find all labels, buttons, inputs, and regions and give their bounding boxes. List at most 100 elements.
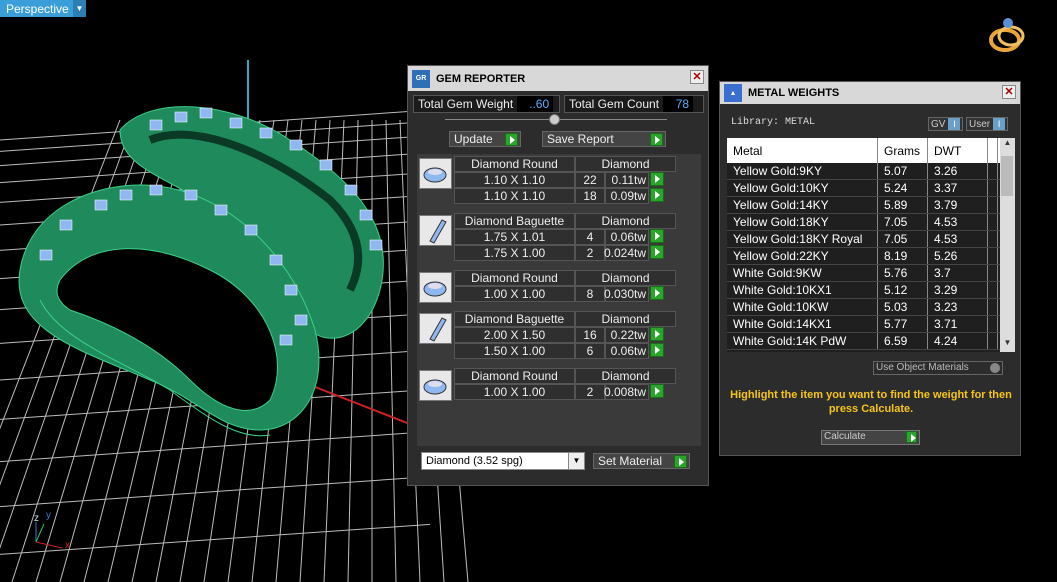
metal-name: Yellow Gold:9KY xyxy=(727,163,878,179)
gem-group[interactable]: Diamond Round Diamond 1.00 X 1.00 8 0.030tw xyxy=(417,270,677,306)
column-header-grams[interactable]: Grams xyxy=(878,138,928,163)
close-icon[interactable]: ✕ xyxy=(1002,85,1016,99)
gem-group[interactable]: Diamond Baguette Diamond 2.00 X 1.50 16 0.22… xyxy=(417,311,677,363)
gem-row[interactable]: 1.10 X 1.10 18 0.09tw xyxy=(454,188,664,204)
row-spacer xyxy=(988,299,998,315)
metal-name: Yellow Gold:14KY xyxy=(727,197,878,213)
metal-weights-titlebar[interactable]: ▲ METAL WEIGHTS ✕ xyxy=(720,82,1020,104)
grid-line xyxy=(385,119,397,582)
metal-name: White Gold:14K PdW xyxy=(727,333,878,349)
table-row[interactable]: Yellow Gold:10KY 5.24 3.37 xyxy=(727,180,1015,197)
radio-icon xyxy=(990,363,1000,373)
metal-weights-panel: ▲ METAL WEIGHTS ✕ Library: METAL GV I Use… xyxy=(719,81,1021,456)
material-select[interactable]: Diamond (3.52 spg) ▼ xyxy=(421,452,585,470)
use-object-materials-toggle[interactable]: Use Object Materials xyxy=(873,361,1003,375)
update-button[interactable]: Update xyxy=(449,131,521,147)
row-spacer xyxy=(988,163,998,179)
table-row[interactable]: White Gold:14KX1 5.77 3.71 xyxy=(727,316,1015,333)
viewport-view-label[interactable]: Perspective ▼ xyxy=(0,0,86,17)
scroll-up-icon[interactable]: ▲ xyxy=(1000,138,1015,152)
gem-row[interactable]: 1.50 X 1.00 6 0.06tw xyxy=(454,343,664,359)
select-gem-icon[interactable] xyxy=(650,229,664,243)
metal-dwt: 3.7 xyxy=(928,265,988,281)
column-header-metal[interactable]: Metal xyxy=(727,138,878,163)
gem-reporter-logo-icon: GR xyxy=(412,69,430,88)
gem-mark xyxy=(284,284,298,296)
gem-row[interactable]: 1.75 X 1.00 2 0.024tw xyxy=(454,245,664,261)
gem-size: 2.00 X 1.50 xyxy=(454,327,575,343)
chevron-down-icon[interactable]: ▼ xyxy=(568,453,584,469)
set-material-label: Set Material xyxy=(598,454,663,468)
view-dropdown-icon[interactable]: ▼ xyxy=(73,0,86,17)
table-row[interactable]: Yellow Gold:18KY Royal 7.05 4.53 xyxy=(727,231,1015,248)
gem-row[interactable]: 2.00 X 1.50 16 0.22tw xyxy=(454,327,664,343)
slider-knob[interactable] xyxy=(549,114,560,125)
gem-reporter-title: GEM REPORTER xyxy=(436,72,526,85)
close-icon[interactable]: ✕ xyxy=(690,70,704,84)
gem-list[interactable]: Diamond Round Diamond 1.10 X 1.10 22 0.11tw 1… xyxy=(417,154,701,446)
save-report-button[interactable]: Save Report xyxy=(542,131,666,147)
metal-dwt: 5.26 xyxy=(928,248,988,264)
gem-group[interactable]: Diamond Round Diamond 1.10 X 1.10 22 0.11tw 1… xyxy=(417,156,677,208)
gem-row[interactable]: 1.00 X 1.00 2 0.008tw xyxy=(454,384,664,400)
gv-toggle[interactable]: GV I xyxy=(928,117,964,131)
table-row[interactable]: Yellow Gold:22KY 8.19 5.26 xyxy=(727,248,1015,265)
gem-size: 1.75 X 1.00 xyxy=(454,245,575,261)
library-label: Library: METAL xyxy=(731,117,816,128)
metal-name: White Gold:14KX1 xyxy=(727,316,878,332)
row-spacer xyxy=(988,265,998,281)
gem-row[interactable]: 1.75 X 1.01 4 0.06tw xyxy=(454,229,664,245)
gem-material: Diamond xyxy=(575,156,676,172)
select-gem-icon[interactable] xyxy=(650,327,664,341)
gem-weight: 0.030tw xyxy=(604,286,649,302)
material-select-value: Diamond (3.52 spg) xyxy=(426,455,523,467)
gem-mark xyxy=(319,159,333,171)
select-gem-icon[interactable] xyxy=(650,343,664,357)
user-label: User xyxy=(969,118,991,130)
metal-name: Yellow Gold:22KY xyxy=(727,248,878,264)
gem-shape: Diamond Round xyxy=(454,270,575,286)
gem-weight: 0.06tw xyxy=(605,343,649,359)
axis-x-label: x xyxy=(65,540,70,551)
gem-weight: 0.008tw xyxy=(604,384,649,400)
column-header-dwt[interactable]: DWT xyxy=(928,138,988,163)
gem-shape: Diamond Baguette xyxy=(454,213,575,229)
gem-size: 1.10 X 1.10 xyxy=(454,188,575,204)
gem-group[interactable]: Diamond Round Diamond 1.00 X 1.00 2 0.008tw xyxy=(417,368,677,404)
gem-group-header: Diamond Round Diamond xyxy=(454,270,676,286)
user-toggle[interactable]: User I xyxy=(966,117,1009,131)
metal-grams: 5.89 xyxy=(878,197,928,213)
set-material-button[interactable]: Set Material xyxy=(593,453,690,469)
table-row[interactable]: Yellow Gold:9KY 5.07 3.26 xyxy=(727,163,1015,180)
gem-qty: 4 xyxy=(575,229,605,245)
scroll-down-icon[interactable]: ▼ xyxy=(1000,338,1015,352)
calculate-label: Calculate xyxy=(824,431,866,442)
table-row[interactable]: White Gold:10KX1 5.12 3.29 xyxy=(727,282,1015,299)
table-row[interactable]: White Gold:14K PdW 6.59 4.24 xyxy=(727,333,1015,350)
gem-slider[interactable] xyxy=(445,114,667,125)
select-gem-icon[interactable] xyxy=(650,384,664,398)
calculate-button[interactable]: Calculate xyxy=(821,430,920,445)
gem-qty: 8 xyxy=(575,286,605,302)
scrollbar-thumb[interactable] xyxy=(1001,156,1013,196)
table-row[interactable]: White Gold:9KW 5.76 3.7 xyxy=(727,265,1015,282)
select-gem-icon[interactable] xyxy=(650,188,664,202)
gem-row[interactable]: 1.00 X 1.00 8 0.030tw xyxy=(454,286,664,302)
select-gem-icon[interactable] xyxy=(650,172,664,186)
metal-table[interactable]: Metal Grams DWT Yellow Gold:9KY 5.07 3.26 Y… xyxy=(727,138,1015,352)
table-row[interactable]: White Gold:10KW 5.03 3.23 xyxy=(727,299,1015,316)
gem-reporter-titlebar[interactable]: GR GEM REPORTER ✕ xyxy=(408,66,708,91)
gem-weight: 0.11tw xyxy=(605,172,649,188)
table-row[interactable]: Yellow Gold:14KY 5.89 3.79 xyxy=(727,197,1015,214)
gem-size: 1.75 X 1.01 xyxy=(454,229,575,245)
metal-dwt: 3.37 xyxy=(928,180,988,196)
metal-grams: 5.24 xyxy=(878,180,928,196)
select-gem-icon[interactable] xyxy=(650,286,664,300)
metal-dwt: 4.24 xyxy=(928,333,988,349)
table-row[interactable]: Yellow Gold:18KY 7.05 4.53 xyxy=(727,214,1015,231)
gem-row[interactable]: 1.10 X 1.10 22 0.11tw xyxy=(454,172,664,188)
gem-group[interactable]: Diamond Baguette Diamond 1.75 X 1.01 4 0.06t… xyxy=(417,213,677,265)
gem-mark xyxy=(174,111,188,123)
metal-table-scrollbar[interactable]: ▲ ▼ xyxy=(1000,138,1015,352)
select-gem-icon[interactable] xyxy=(650,245,664,259)
